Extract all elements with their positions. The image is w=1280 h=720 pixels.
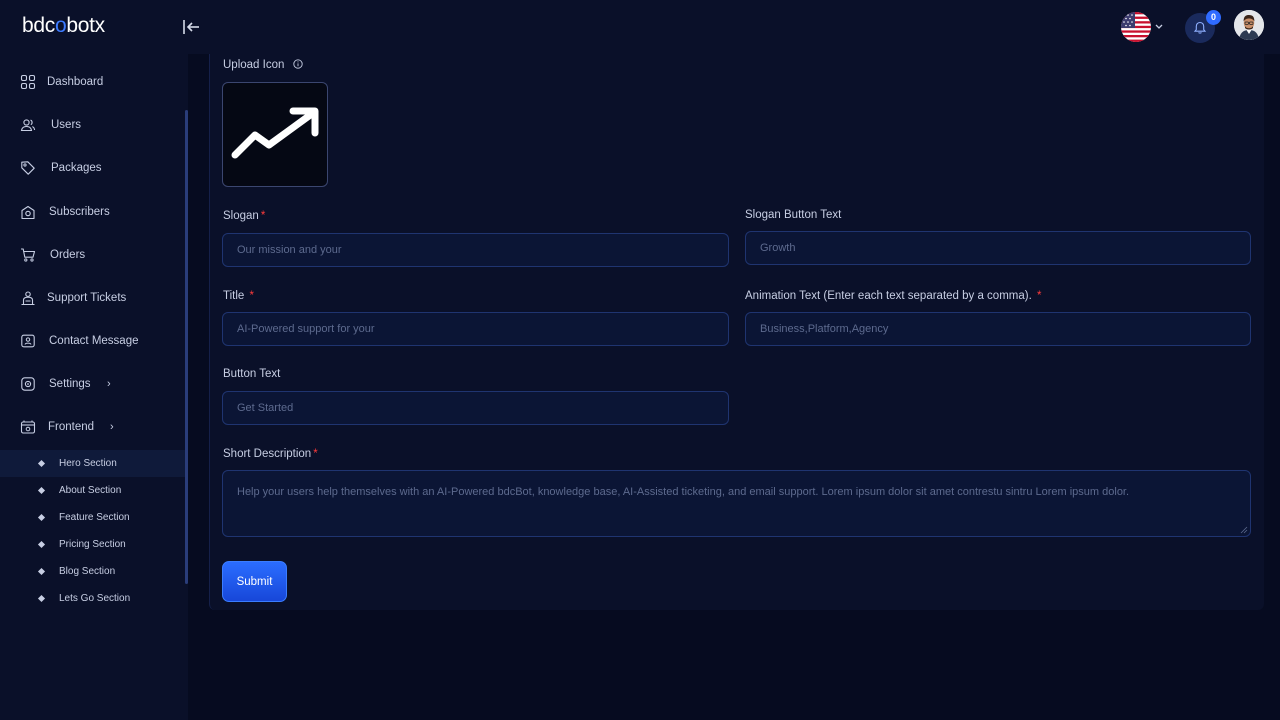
- info-icon[interactable]: [292, 59, 303, 69]
- sidebar-subitem-pricing-section[interactable]: Pricing Section: [0, 531, 185, 558]
- bullet-icon: [37, 567, 46, 576]
- slogan-label: Slogan *: [223, 210, 266, 222]
- sidebar-item-label: Support Tickets: [47, 292, 127, 304]
- bullet-icon: [37, 486, 46, 495]
- tag-icon: [21, 161, 35, 175]
- sidebar-item-frontend[interactable]: Frontend ›: [0, 409, 185, 445]
- sidebar-subitem-label: Hero Section: [59, 458, 117, 469]
- sidebar-item-support-tickets[interactable]: Support Tickets: [0, 280, 185, 316]
- sidebar-item-orders[interactable]: Orders: [0, 237, 185, 273]
- resize-handle-icon[interactable]: [1240, 526, 1248, 534]
- animation-text-input[interactable]: Business,Platform,Agency: [745, 312, 1251, 346]
- app-logo[interactable]: bdcobotx: [22, 14, 105, 38]
- subscribers-icon: [21, 205, 35, 220]
- sidebar-item-label: Dashboard: [47, 76, 104, 88]
- notification-count-badge: 0: [1206, 10, 1221, 25]
- collapse-sidebar-icon[interactable]: [180, 16, 202, 38]
- bell-icon: [1193, 21, 1207, 34]
- sidebar-subitem-blog-section[interactable]: Blog Section: [0, 558, 185, 585]
- sidebar-subitem-label: Pricing Section: [59, 539, 126, 550]
- bullet-icon: [37, 459, 46, 468]
- sidebar-scrollbar[interactable]: [185, 110, 188, 584]
- chevron-down-icon[interactable]: [1154, 21, 1164, 31]
- top-header: bdcobotx 0: [0, 0, 1280, 54]
- slogan-button-text-input[interactable]: Growth: [745, 231, 1251, 265]
- bullet-icon: [37, 540, 46, 549]
- sidebar-item-contact-message[interactable]: Contact Message: [0, 323, 185, 359]
- settings-icon: [21, 377, 35, 391]
- chevron-right-icon: ›: [107, 378, 111, 390]
- sidebar-item-label: Subscribers: [49, 206, 110, 218]
- trending-up-icon: [231, 107, 319, 159]
- short-description-textarea[interactable]: Help your users help themselves with an …: [222, 470, 1251, 537]
- button-text-input[interactable]: Get Started: [222, 391, 729, 425]
- sidebar-item-subscribers[interactable]: Subscribers: [0, 194, 185, 230]
- upload-icon-preview[interactable]: [222, 82, 328, 187]
- sidebar-subitem-label: Blog Section: [59, 566, 116, 577]
- user-avatar[interactable]: [1234, 10, 1264, 40]
- sidebar-subitem-feature-section[interactable]: Feature Section: [0, 504, 185, 531]
- sidebar-subitem-label: About Section: [59, 485, 122, 496]
- cart-icon: [21, 248, 36, 262]
- sidebar-item-label: Users: [51, 119, 82, 131]
- support-icon: [21, 291, 35, 306]
- sidebar-item-users[interactable]: Users: [0, 107, 185, 143]
- sidebar-subitem-label: Feature Section: [59, 512, 130, 523]
- sidebar-item-packages[interactable]: Packages: [0, 150, 185, 186]
- users-icon: [20, 119, 36, 132]
- required-asterisk: *: [249, 290, 254, 302]
- sidebar-subitem-about-section[interactable]: About Section: [0, 477, 185, 504]
- frontend-icon: [20, 420, 36, 434]
- sidebar-item-label: Frontend: [48, 421, 95, 433]
- bullet-icon: [37, 513, 46, 522]
- short-description-label: Short Description *: [223, 448, 318, 460]
- required-asterisk: *: [260, 210, 266, 222]
- required-asterisk: *: [313, 448, 318, 460]
- title-label: Title *: [223, 290, 254, 302]
- sidebar-subitem-hero-section[interactable]: Hero Section: [0, 450, 185, 477]
- required-asterisk: *: [1037, 290, 1042, 302]
- sidebar-item-label: Settings: [49, 378, 91, 390]
- sidebar-item-label: Orders: [50, 249, 86, 261]
- title-input[interactable]: AI-Powered support for your: [222, 312, 729, 346]
- sidebar-item-label: Packages: [51, 162, 102, 174]
- sidebar-subitem-lets-go-section[interactable]: Lets Go Section: [0, 585, 185, 612]
- animation-text-label: Animation Text (Enter each text separate…: [745, 290, 1042, 302]
- sidebar-subitem-label: Lets Go Section: [59, 593, 131, 604]
- button-text-label: Button Text: [223, 368, 281, 380]
- sidebar-item-label: Contact Message: [49, 335, 139, 347]
- upload-icon-label: Upload Icon: [223, 59, 303, 71]
- sidebar-item-settings[interactable]: Settings ›: [0, 366, 185, 402]
- dashboard-grid-icon: [20, 74, 36, 90]
- sidebar-item-dashboard[interactable]: Dashboard: [0, 64, 185, 100]
- submit-button[interactable]: Submit: [222, 561, 287, 602]
- us-flag-icon[interactable]: [1121, 12, 1151, 42]
- slogan-button-text-label: Slogan Button Text: [745, 209, 842, 221]
- bullet-icon: [37, 594, 46, 603]
- contact-icon: [21, 334, 35, 348]
- chevron-right-icon: ›: [110, 421, 114, 433]
- sidebar: Dashboard Users Packages Subscribers Ord…: [0, 54, 188, 720]
- slogan-input[interactable]: Our mission and your: [222, 233, 729, 267]
